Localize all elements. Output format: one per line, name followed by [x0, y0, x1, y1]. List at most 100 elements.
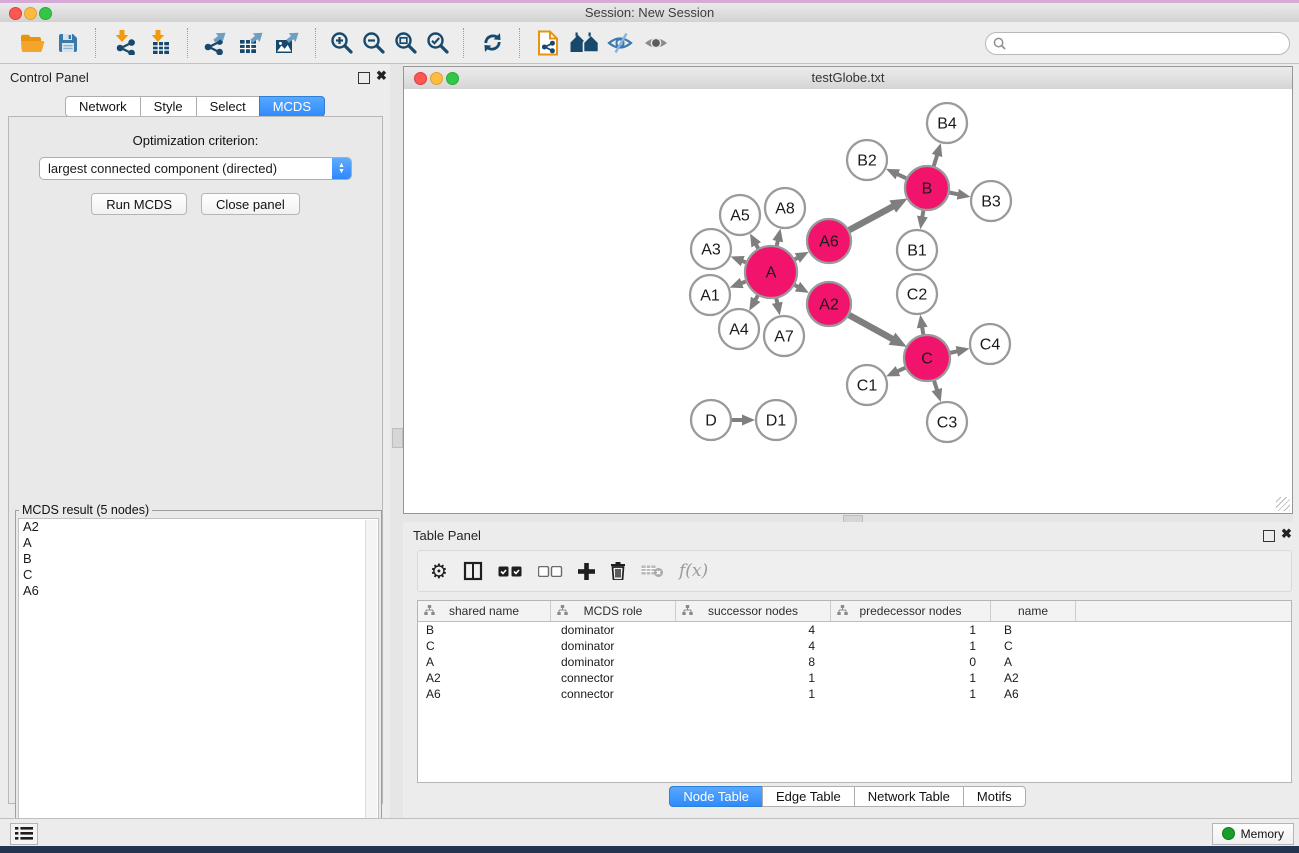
table-row[interactable]: Bdominator41B — [418, 622, 1291, 638]
zoom-fit-button[interactable] — [390, 25, 422, 61]
cell-predecessor-nodes[interactable]: 1 — [831, 671, 991, 685]
mcds-result-item[interactable]: A6 — [19, 583, 378, 599]
graph-node-A4[interactable]: A4 — [719, 309, 759, 349]
zoom-in-button[interactable] — [326, 25, 358, 61]
cell-MCDS-role[interactable]: connector — [551, 671, 676, 685]
graph-edge-C-C4[interactable] — [949, 351, 957, 353]
select-all-columns-icon[interactable] — [498, 558, 523, 584]
cell-MCDS-role[interactable]: connector — [551, 687, 676, 701]
window-resize-grip[interactable] — [1276, 497, 1290, 511]
cell-MCDS-role[interactable]: dominator — [551, 639, 676, 653]
mcds-result-item[interactable]: C — [19, 567, 378, 583]
graph-edge-A6-B[interactable] — [848, 206, 893, 230]
export-image-button[interactable] — [270, 25, 306, 61]
create-column-plus-icon[interactable] — [578, 558, 595, 584]
delete-table-icon[interactable] — [641, 558, 664, 584]
graph-edge-C-C3[interactable] — [934, 380, 937, 391]
graph-node-A6[interactable]: A6 — [807, 219, 851, 263]
cell-name[interactable]: A6 — [991, 687, 1076, 701]
column-header-shared-name[interactable]: shared name — [418, 601, 551, 621]
cell-MCDS-role[interactable]: dominator — [551, 623, 676, 637]
cell-shared-name[interactable]: C — [418, 639, 551, 653]
cell-shared-name[interactable]: B — [418, 623, 551, 637]
open-session-button[interactable] — [14, 25, 50, 61]
table-options-gear-icon[interactable]: ⚙ — [430, 558, 448, 584]
tab-network[interactable]: Network — [65, 96, 141, 117]
function-builder-fx-icon[interactable]: f(x) — [679, 558, 708, 584]
graph-node-C2[interactable]: C2 — [897, 274, 937, 314]
graph-node-B2[interactable]: B2 — [847, 140, 887, 180]
graph-node-C3[interactable]: C3 — [927, 402, 967, 442]
cell-name[interactable]: C — [991, 639, 1076, 653]
table-row[interactable]: Cdominator41C — [418, 638, 1291, 654]
tab-node-table[interactable]: Node Table — [669, 786, 763, 807]
split-divider-horizontal[interactable] — [403, 514, 1293, 522]
import-table-button[interactable] — [142, 25, 178, 61]
graph-edge-B-B3[interactable] — [949, 192, 959, 194]
network-canvas[interactable]: AA6A2BCA5A8A3A1A4A7B2B4B3B1C2C4C1C3DD1 — [404, 89, 1292, 513]
show-view-button[interactable] — [638, 25, 674, 61]
new-network-from-selection-button[interactable] — [530, 25, 566, 61]
cell-successor-nodes[interactable]: 1 — [676, 687, 831, 701]
float-panel-icon[interactable] — [1263, 530, 1275, 542]
cell-shared-name[interactable]: A2 — [418, 671, 551, 685]
tab-mcds[interactable]: MCDS — [259, 96, 325, 117]
close-panel-icon[interactable]: ✖ — [376, 69, 387, 83]
tab-style[interactable]: Style — [140, 96, 197, 117]
zoom-out-button[interactable] — [358, 25, 390, 61]
graph-edge-C-C2[interactable] — [922, 327, 923, 336]
export-table-button[interactable] — [234, 25, 270, 61]
cell-name[interactable]: A — [991, 655, 1076, 669]
float-panel-icon[interactable] — [358, 72, 370, 84]
cell-predecessor-nodes[interactable]: 1 — [831, 623, 991, 637]
tab-edge-table[interactable]: Edge Table — [762, 786, 855, 807]
graph-node-A3[interactable]: A3 — [691, 229, 731, 269]
graph-edge-B-B2[interactable] — [897, 174, 907, 179]
save-session-button[interactable] — [50, 25, 86, 61]
graph-edge-B-B1[interactable] — [922, 210, 923, 218]
zoom-selected-button[interactable] — [422, 25, 454, 61]
tab-motifs[interactable]: Motifs — [963, 786, 1026, 807]
tab-network-table[interactable]: Network Table — [854, 786, 964, 807]
graph-node-C1[interactable]: C1 — [847, 365, 887, 405]
cell-shared-name[interactable]: A — [418, 655, 551, 669]
mcds-result-list[interactable]: A2ABCA6 — [18, 518, 379, 846]
column-header-MCDS-role[interactable]: MCDS role — [551, 601, 676, 621]
column-header-predecessor-nodes[interactable]: predecessor nodes — [831, 601, 991, 621]
cell-predecessor-nodes[interactable]: 1 — [831, 639, 991, 653]
close-panel-button[interactable]: Close panel — [201, 193, 300, 215]
graph-node-B[interactable]: B — [905, 166, 949, 210]
hide-panels-button[interactable] — [602, 25, 638, 61]
cell-successor-nodes[interactable]: 8 — [676, 655, 831, 669]
graph-node-C[interactable]: C — [904, 335, 950, 381]
table-row[interactable]: Adominator80A — [418, 654, 1291, 670]
close-panel-icon[interactable]: ✖ — [1281, 527, 1292, 541]
mcds-result-item[interactable]: A2 — [19, 519, 378, 535]
cell-name[interactable]: B — [991, 623, 1076, 637]
optimization-criterion-select[interactable]: largest connected component (directed) ▲… — [39, 157, 352, 180]
graph-node-D[interactable]: D — [691, 400, 731, 440]
column-header-successor-nodes[interactable]: successor nodes — [676, 601, 831, 621]
graph-node-A8[interactable]: A8 — [765, 188, 805, 228]
cell-shared-name[interactable]: A6 — [418, 687, 551, 701]
cell-predecessor-nodes[interactable]: 0 — [831, 655, 991, 669]
graph-node-B1[interactable]: B1 — [897, 230, 937, 270]
graph-node-A1[interactable]: A1 — [690, 275, 730, 315]
deselect-all-columns-icon[interactable] — [538, 558, 563, 584]
scrollbar[interactable] — [365, 520, 377, 844]
table-row[interactable]: A6connector11A6 — [418, 686, 1291, 702]
show-column-icon[interactable] — [463, 558, 483, 584]
cell-successor-nodes[interactable]: 4 — [676, 639, 831, 653]
graph-node-A2[interactable]: A2 — [807, 282, 851, 326]
column-header-name[interactable]: name — [991, 601, 1076, 621]
graph-edge-A2-C[interactable] — [848, 315, 893, 340]
refresh-button[interactable] — [474, 25, 510, 61]
tab-select[interactable]: Select — [196, 96, 260, 117]
memory-button[interactable]: Memory — [1212, 823, 1294, 845]
cell-successor-nodes[interactable]: 4 — [676, 623, 831, 637]
graph-node-A7[interactable]: A7 — [764, 316, 804, 356]
table-row[interactable]: A2connector11A2 — [418, 670, 1291, 686]
home-view-button[interactable] — [566, 25, 602, 61]
mcds-result-item[interactable]: B — [19, 551, 378, 567]
graph-node-B4[interactable]: B4 — [927, 103, 967, 143]
